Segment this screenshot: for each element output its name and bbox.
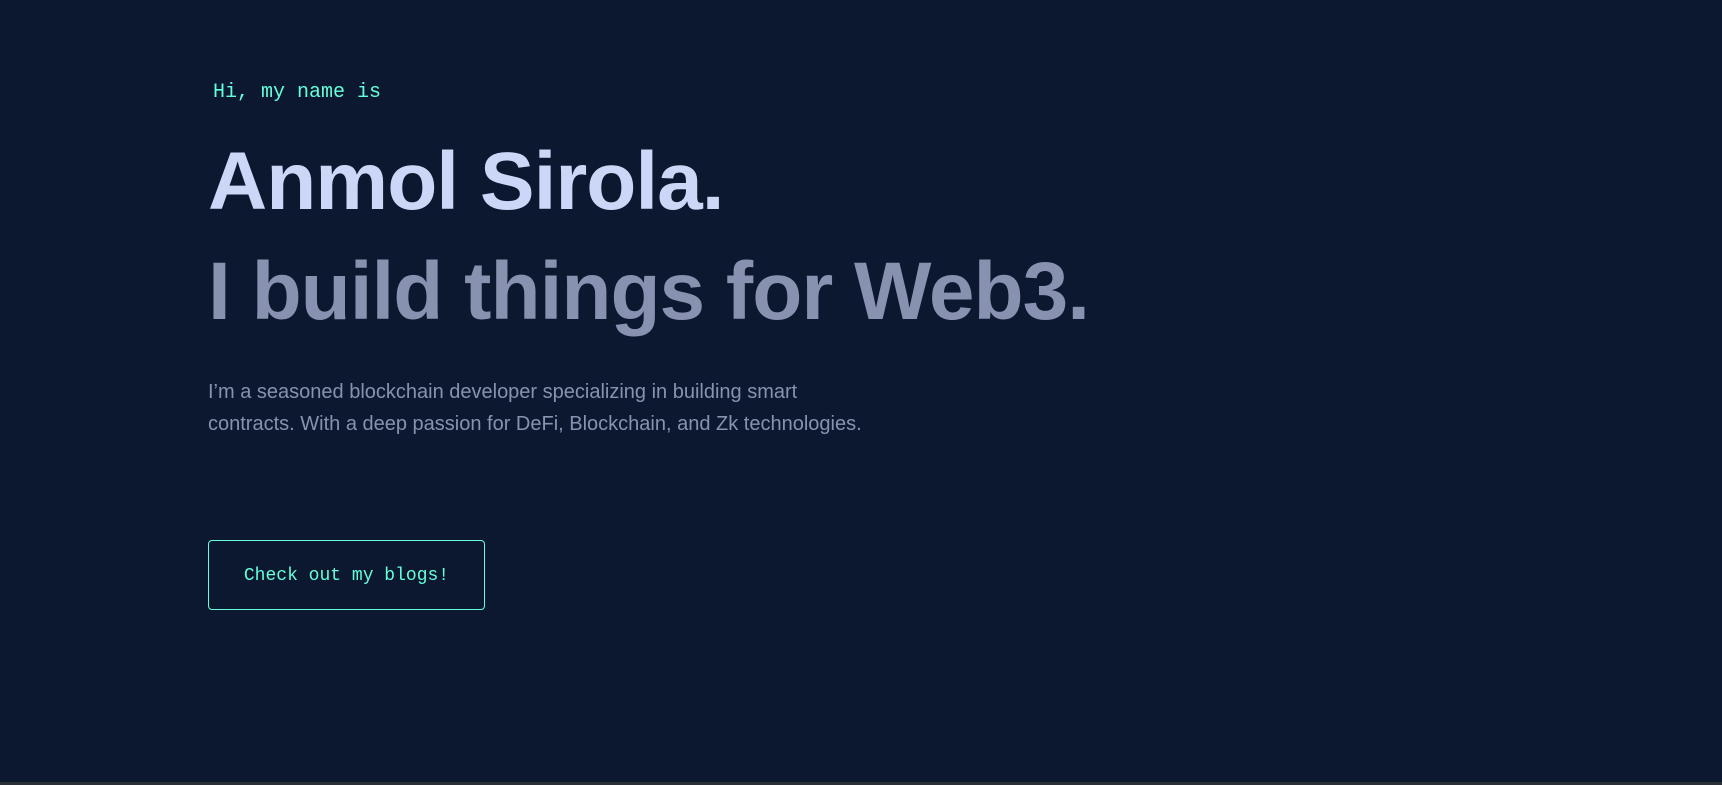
intro-text: Hi, my name is: [213, 81, 382, 104]
blogs-button[interactable]: Check out my blogs!: [208, 540, 485, 610]
tagline-heading: I build things for Web3.: [208, 246, 1090, 337]
bio-text: I’m a seasoned blockchain developer spec…: [208, 381, 862, 435]
name-heading: Anmol Sirola.: [208, 136, 725, 227]
